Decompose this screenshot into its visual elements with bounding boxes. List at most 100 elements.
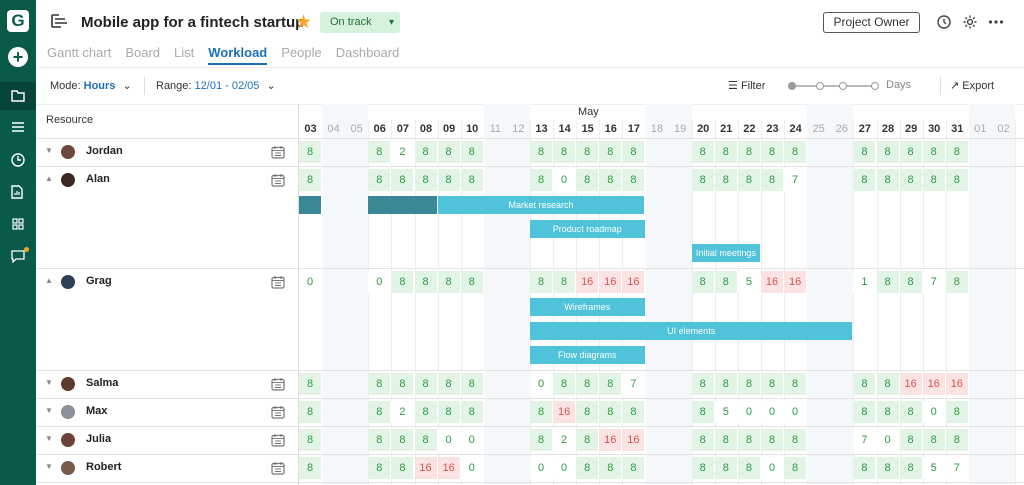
more-options-icon[interactable]: [988, 14, 1004, 30]
hours-cell[interactable]: 5: [737, 271, 760, 293]
hours-cell[interactable]: 8: [714, 141, 737, 163]
hours-cell[interactable]: 8: [414, 169, 437, 191]
hours-cell[interactable]: 7: [622, 373, 645, 395]
calendar-icon[interactable]: [271, 145, 285, 159]
hours-cell[interactable]: 8: [853, 169, 876, 191]
hours-cell[interactable]: 8: [945, 271, 968, 293]
hours-cell[interactable]: 8: [622, 457, 645, 479]
hours-cell[interactable]: 16: [761, 271, 783, 293]
hours-cell[interactable]: 5: [922, 457, 945, 479]
hours-cell[interactable]: 8: [784, 373, 807, 395]
hours-cell[interactable]: 8: [737, 373, 760, 395]
hours-cell[interactable]: 8: [876, 401, 899, 423]
hours-cell[interactable]: 7: [945, 457, 968, 479]
hours-cell[interactable]: 8: [737, 457, 760, 479]
hours-cell[interactable]: 8: [414, 429, 437, 451]
hours-cell[interactable]: 8: [945, 401, 968, 423]
slider-handle[interactable]: [788, 82, 796, 90]
hours-cell[interactable]: 8: [691, 141, 714, 163]
expand-toggle-icon[interactable]: ▼: [45, 146, 53, 155]
hours-cell[interactable]: 0: [299, 271, 321, 293]
hours-cell[interactable]: 2: [391, 401, 414, 423]
hours-cell[interactable]: 8: [899, 401, 922, 423]
hours-cell[interactable]: 8: [622, 141, 645, 163]
hours-cell[interactable]: 16: [622, 271, 645, 293]
hours-cell[interactable]: 8: [368, 141, 391, 163]
hours-cell[interactable]: 8: [368, 457, 391, 479]
hours-cell[interactable]: 0: [437, 429, 460, 451]
calendar-icon[interactable]: [271, 433, 285, 447]
hours-cell[interactable]: 8: [391, 457, 414, 479]
hours-cell[interactable]: 8: [784, 141, 807, 163]
hours-cell[interactable]: 16: [784, 271, 807, 293]
filter-button[interactable]: ☰ Filter: [728, 79, 765, 92]
hours-cell[interactable]: 2: [553, 429, 576, 451]
task-bar[interactable]: UI elements: [530, 322, 853, 340]
hours-cell[interactable]: 1: [853, 271, 876, 293]
hours-cell[interactable]: 8: [714, 169, 737, 191]
hours-cell[interactable]: 8: [414, 373, 437, 395]
calendar-icon[interactable]: [271, 405, 285, 419]
task-bar[interactable]: Market research: [437, 196, 645, 214]
hours-cell[interactable]: 8: [530, 429, 552, 451]
export-button[interactable]: ↗ Export: [950, 79, 994, 92]
hours-cell[interactable]: 2: [391, 141, 414, 163]
hours-cell[interactable]: 8: [945, 141, 968, 163]
hours-cell[interactable]: 8: [576, 169, 599, 191]
list-nav-icon[interactable]: [0, 114, 36, 142]
projects-nav-icon[interactable]: [0, 82, 36, 110]
hours-cell[interactable]: 8: [853, 373, 876, 395]
hours-cell[interactable]: 0: [460, 429, 483, 451]
hours-cell[interactable]: 0: [922, 401, 945, 423]
hours-cell[interactable]: 7: [922, 271, 945, 293]
expand-toggle-icon[interactable]: ▼: [45, 378, 53, 387]
apps-nav-icon[interactable]: [0, 210, 36, 238]
resource-name[interactable]: Robert: [86, 461, 121, 473]
task-bar[interactable]: Product roadmap: [530, 220, 645, 238]
hours-cell[interactable]: 8: [784, 457, 807, 479]
hours-cell[interactable]: 0: [876, 429, 899, 451]
hours-cell[interactable]: 8: [530, 401, 552, 423]
resource-name[interactable]: Max: [86, 405, 107, 417]
hours-cell[interactable]: 8: [876, 271, 899, 293]
hours-cell[interactable]: 8: [437, 141, 460, 163]
hours-cell[interactable]: 8: [899, 457, 922, 479]
hours-cell[interactable]: 8: [437, 169, 460, 191]
hours-cell[interactable]: 8: [368, 401, 391, 423]
hours-cell[interactable]: 8: [391, 169, 414, 191]
add-button[interactable]: +: [8, 47, 28, 67]
hours-cell[interactable]: 8: [714, 271, 737, 293]
hours-cell[interactable]: 8: [784, 429, 807, 451]
hours-cell[interactable]: 8: [299, 401, 321, 423]
resource-name[interactable]: Alan: [86, 173, 110, 185]
task-bar[interactable]: [299, 196, 322, 214]
tab-gantt-chart[interactable]: Gantt chart: [47, 45, 111, 60]
resource-name[interactable]: Julia: [86, 433, 111, 445]
hours-cell[interactable]: 8: [460, 271, 483, 293]
hours-cell[interactable]: 8: [922, 429, 945, 451]
hours-cell[interactable]: 8: [299, 141, 321, 163]
task-bar[interactable]: Flow diagrams: [530, 346, 645, 364]
tab-dashboard[interactable]: Dashboard: [336, 45, 400, 60]
hours-cell[interactable]: 8: [368, 429, 391, 451]
hours-cell[interactable]: 16: [899, 373, 922, 395]
hours-cell[interactable]: 8: [691, 169, 714, 191]
hours-cell[interactable]: 8: [922, 141, 945, 163]
project-owner-button[interactable]: Project Owner: [823, 12, 920, 33]
hours-cell[interactable]: 16: [945, 373, 968, 395]
hours-cell[interactable]: 8: [553, 271, 576, 293]
hours-cell[interactable]: 16: [922, 373, 945, 395]
tab-people[interactable]: People: [281, 45, 321, 60]
hours-cell[interactable]: 8: [945, 429, 968, 451]
hours-cell[interactable]: 8: [576, 141, 599, 163]
task-bar[interactable]: Initial meetings: [691, 244, 760, 262]
hours-cell[interactable]: 8: [899, 271, 922, 293]
hours-cell[interactable]: 0: [761, 401, 783, 423]
hours-cell[interactable]: 16: [437, 457, 460, 479]
collapse-toggle-icon[interactable]: ▲: [45, 174, 53, 183]
hours-cell[interactable]: 16: [553, 401, 576, 423]
hours-cell[interactable]: 0: [530, 457, 552, 479]
hours-cell[interactable]: 8: [691, 373, 714, 395]
hours-cell[interactable]: 8: [737, 141, 760, 163]
hours-cell[interactable]: 8: [299, 457, 321, 479]
